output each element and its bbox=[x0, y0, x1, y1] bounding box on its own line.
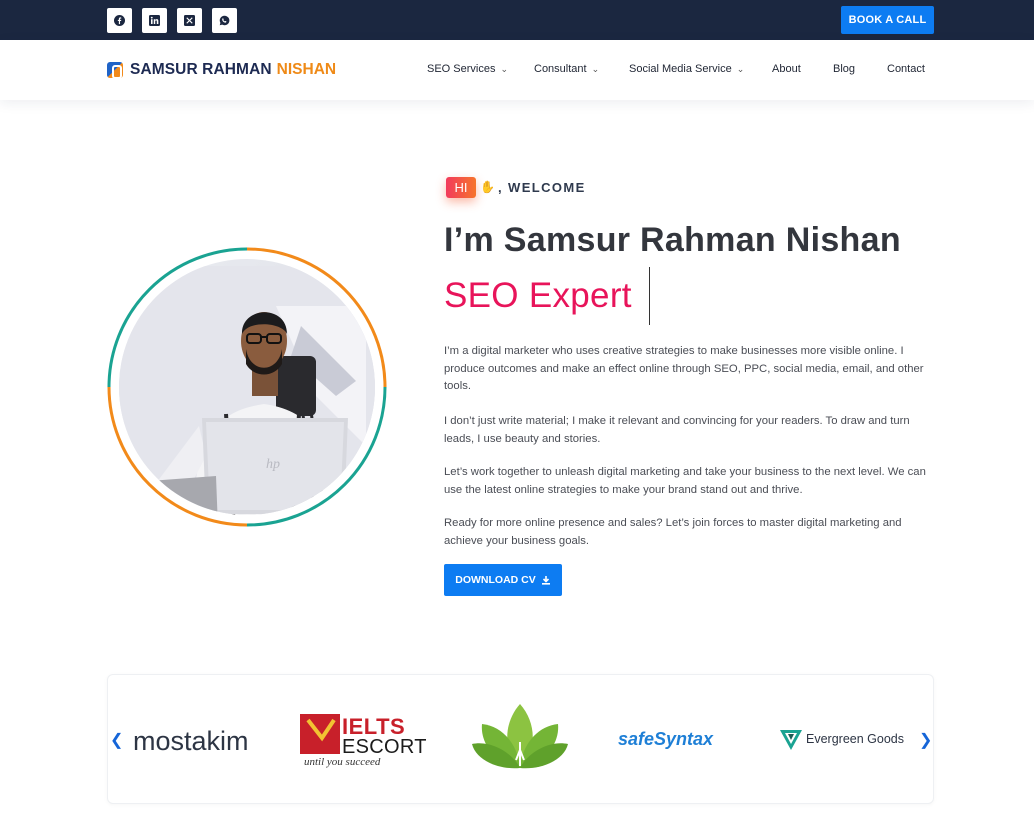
intro-paragraph: I don’t just write material; I make it r… bbox=[444, 415, 910, 445]
ielts-tagline: until you succeed bbox=[304, 756, 381, 768]
main-navigation: SAMSUR RAHMAN NISHAN SEO Services ⌄ Consu… bbox=[0, 40, 1034, 100]
intro-paragraph: Let’s work together to unleash digital m… bbox=[444, 466, 926, 496]
waving-hand-icon: ✋ bbox=[480, 180, 495, 194]
hi-badge: HI bbox=[446, 177, 476, 198]
download-cv-label: DOWNLOAD CV bbox=[455, 574, 536, 586]
logo-mark-icon bbox=[107, 62, 123, 79]
brand-logo-mostakim-text: mostakim bbox=[133, 726, 249, 756]
hero-subtitle: SEO Expert bbox=[444, 276, 632, 315]
top-bar: BOOK A CALL bbox=[0, 0, 1034, 40]
book-a-call-button[interactable]: BOOK A CALL bbox=[841, 6, 934, 34]
chevron-down-icon: ⌄ bbox=[591, 64, 600, 74]
x-icon[interactable] bbox=[177, 8, 202, 33]
nav-item-seo-services[interactable]: SEO Services ⌄ bbox=[427, 63, 508, 75]
profile-photo: hp bbox=[106, 246, 388, 528]
brand-logo-mostakim: mostakim bbox=[133, 726, 249, 756]
nav-item-consultant[interactable]: Consultant ⌄ bbox=[534, 63, 599, 75]
download-icon bbox=[541, 576, 550, 585]
svg-text:hp: hp bbox=[266, 457, 280, 472]
nav-item-about[interactable]: About bbox=[772, 63, 801, 75]
brand-logo-lotus-icon bbox=[472, 704, 568, 769]
carousel-prev-arrow-icon[interactable]: ❮ bbox=[110, 730, 123, 750]
site-logo[interactable]: SAMSUR RAHMAN NISHAN bbox=[107, 61, 336, 79]
chevron-down-icon: ⌄ bbox=[736, 64, 745, 74]
chevron-down-icon: ⌄ bbox=[500, 64, 509, 74]
logo-text-surname: NISHAN bbox=[276, 61, 337, 78]
welcome-text: , WELCOME bbox=[498, 180, 586, 195]
brand-logo-safesyntax: safeSyntax bbox=[618, 729, 714, 749]
nav-item-contact[interactable]: Contact bbox=[887, 63, 925, 75]
facebook-icon[interactable] bbox=[107, 8, 132, 33]
nav-item-blog[interactable]: Blog bbox=[833, 63, 855, 75]
brand-logo-safesyntax-text: safeSyntax bbox=[618, 729, 714, 749]
nav-item-label: Social Media Service bbox=[629, 63, 732, 75]
linkedin-icon[interactable] bbox=[142, 8, 167, 33]
whatsapp-icon[interactable] bbox=[212, 8, 237, 33]
evergreen-leaf-icon bbox=[780, 730, 802, 750]
intro-paragraph: I’m a digital marketer who uses creative… bbox=[444, 345, 924, 393]
brand-logo-ielts-escort: IELTS ESCORT until you succeed bbox=[300, 714, 426, 770]
typing-caret bbox=[649, 267, 650, 325]
nav-item-social-media-service[interactable]: Social Media Service ⌄ bbox=[629, 63, 744, 75]
nav-item-label: SEO Services bbox=[427, 63, 496, 75]
carousel-next-arrow-icon[interactable]: ❯ bbox=[919, 730, 932, 750]
brand-logo-evergreen-goods: Evergreen Goods bbox=[778, 726, 910, 752]
evergreen-goods-text: Evergreen Goods bbox=[806, 732, 904, 746]
download-cv-button[interactable]: DOWNLOAD CV bbox=[444, 564, 562, 596]
hero-title: I’m Samsur Rahman Nishan bbox=[444, 221, 901, 259]
intro-paragraph: Ready for more online presence and sales… bbox=[444, 517, 902, 547]
nav-item-label: Consultant bbox=[534, 63, 587, 75]
logo-text-name: SAMSUR RAHMAN bbox=[130, 61, 272, 78]
